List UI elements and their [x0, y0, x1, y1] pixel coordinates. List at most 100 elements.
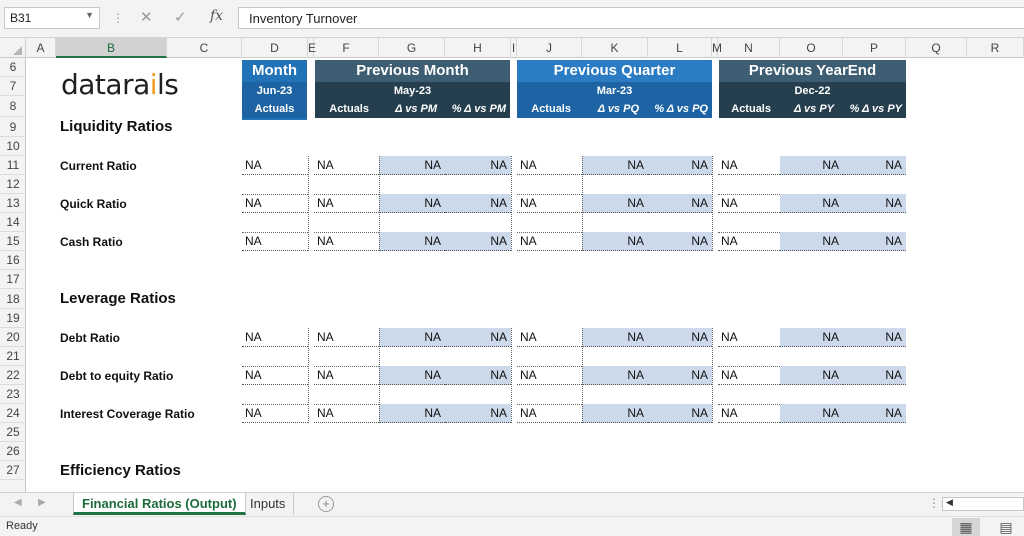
column-header-o[interactable]: O [780, 38, 843, 58]
delta-cell[interactable]: NA [648, 232, 712, 251]
row-header-6[interactable]: 6 [0, 58, 26, 77]
row-header-21[interactable]: 21 [0, 347, 26, 366]
value-cell[interactable]: NA [314, 194, 379, 213]
row-header-23[interactable]: 23 [0, 385, 26, 404]
row-header-24[interactable]: 24 [0, 404, 26, 423]
value-cell[interactable]: NA [517, 194, 582, 213]
row-header-25[interactable]: 25 [0, 423, 26, 442]
delta-cell[interactable]: NA [582, 404, 648, 423]
value-cell[interactable]: NA [314, 232, 379, 251]
delta-cell[interactable]: NA [582, 194, 648, 213]
row-header-7[interactable]: 7 [0, 77, 26, 96]
delta-cell[interactable]: NA [780, 156, 843, 175]
select-all-button[interactable] [0, 38, 26, 58]
column-header-a[interactable]: A [26, 38, 56, 58]
delta-cell[interactable]: NA [445, 404, 511, 423]
delta-cell[interactable]: NA [780, 404, 843, 423]
column-header-q[interactable]: Q [906, 38, 967, 58]
delta-cell[interactable]: NA [379, 328, 445, 347]
delta-cell[interactable]: NA [379, 404, 445, 423]
row-header-12[interactable]: 12 [0, 175, 26, 194]
value-cell[interactable]: NA [718, 328, 780, 347]
enter-icon[interactable]: ✓ [174, 8, 187, 26]
column-header-g[interactable]: G [379, 38, 445, 58]
value-cell[interactable]: NA [314, 404, 379, 423]
column-header-k[interactable]: K [582, 38, 648, 58]
formula-input[interactable]: Inventory Turnover [238, 7, 1024, 29]
cancel-icon[interactable]: ✕ [140, 8, 153, 26]
delta-cell[interactable]: NA [843, 404, 906, 423]
row-header-20[interactable]: 20 [0, 328, 26, 347]
row-header-19[interactable]: 19 [0, 309, 26, 328]
normal-view-icon[interactable]: ▦ [952, 518, 980, 536]
tab-split-handle-icon[interactable]: ⋮ [928, 496, 940, 510]
value-cell[interactable]: NA [718, 156, 780, 175]
value-cell[interactable]: NA [314, 156, 379, 175]
delta-cell[interactable]: NA [780, 232, 843, 251]
delta-cell[interactable]: NA [648, 404, 712, 423]
value-cell[interactable]: NA [242, 232, 308, 251]
column-header-c[interactable]: C [167, 38, 242, 58]
row-header-11[interactable]: 11 [0, 156, 26, 175]
delta-cell[interactable]: NA [648, 366, 712, 385]
column-header-j[interactable]: J [517, 38, 582, 58]
column-header-d[interactable]: D [242, 38, 308, 58]
horizontal-scrollbar[interactable]: ◀ [942, 497, 1024, 511]
chevron-down-icon[interactable]: ▼ [85, 10, 94, 20]
delta-cell[interactable]: NA [582, 232, 648, 251]
tab-financial-ratios-output[interactable]: Financial Ratios (Output) [73, 493, 246, 515]
delta-cell[interactable]: NA [445, 366, 511, 385]
row-header-17[interactable]: 17 [0, 270, 26, 289]
value-cell[interactable]: NA [242, 156, 308, 175]
row-header-13[interactable]: 13 [0, 194, 26, 213]
scroll-tabs-right-icon[interactable]: ▶ [38, 497, 46, 508]
column-header-n[interactable]: N [718, 38, 780, 58]
row-header-8[interactable]: 8 [0, 96, 26, 117]
delta-cell[interactable]: NA [582, 328, 648, 347]
value-cell[interactable]: NA [517, 404, 582, 423]
delta-cell[interactable]: NA [445, 194, 511, 213]
worksheet-grid[interactable]: datarails Month Jun-23 Actuals Previous … [27, 58, 1024, 492]
scroll-left-icon[interactable]: ◀ [946, 497, 953, 508]
delta-cell[interactable]: NA [843, 156, 906, 175]
delta-cell[interactable]: NA [648, 156, 712, 175]
scroll-tabs-left-icon[interactable]: ◀ [14, 497, 22, 508]
insert-function-icon[interactable]: fx [210, 8, 223, 24]
delta-cell[interactable]: NA [582, 366, 648, 385]
delta-cell[interactable]: NA [843, 194, 906, 213]
row-header-27[interactable]: 27 [0, 461, 26, 480]
row-header-22[interactable]: 22 [0, 366, 26, 385]
delta-cell[interactable]: NA [379, 194, 445, 213]
value-cell[interactable]: NA [718, 366, 780, 385]
delta-cell[interactable]: NA [445, 328, 511, 347]
column-header-l[interactable]: L [648, 38, 712, 58]
delta-cell[interactable]: NA [445, 232, 511, 251]
delta-cell[interactable]: NA [780, 366, 843, 385]
value-cell[interactable]: NA [314, 366, 379, 385]
row-header-26[interactable]: 26 [0, 442, 26, 461]
add-sheet-icon[interactable]: + [318, 496, 334, 512]
delta-cell[interactable]: NA [445, 156, 511, 175]
row-header-9[interactable]: 9 [0, 117, 26, 137]
delta-cell[interactable]: NA [843, 328, 906, 347]
delta-cell[interactable]: NA [379, 156, 445, 175]
page-layout-view-icon[interactable]: ▤ [992, 518, 1020, 536]
value-cell[interactable]: NA [242, 328, 308, 347]
column-header-h[interactable]: H [445, 38, 511, 58]
row-header-16[interactable]: 16 [0, 251, 26, 270]
value-cell[interactable]: NA [517, 156, 582, 175]
delta-cell[interactable]: NA [780, 328, 843, 347]
delta-cell[interactable]: NA [582, 156, 648, 175]
delta-cell[interactable]: NA [780, 194, 843, 213]
column-header-b[interactable]: B [56, 38, 167, 58]
row-header-14[interactable]: 14 [0, 213, 26, 232]
column-header-r[interactable]: R [967, 38, 1024, 58]
value-cell[interactable]: NA [242, 366, 308, 385]
tab-inputs[interactable]: Inputs [242, 493, 295, 515]
column-header-f[interactable]: F [314, 38, 379, 58]
row-header-18[interactable]: 18 [0, 289, 26, 309]
value-cell[interactable]: NA [517, 328, 582, 347]
delta-cell[interactable]: NA [379, 366, 445, 385]
delta-cell[interactable]: NA [379, 232, 445, 251]
value-cell[interactable]: NA [314, 328, 379, 347]
